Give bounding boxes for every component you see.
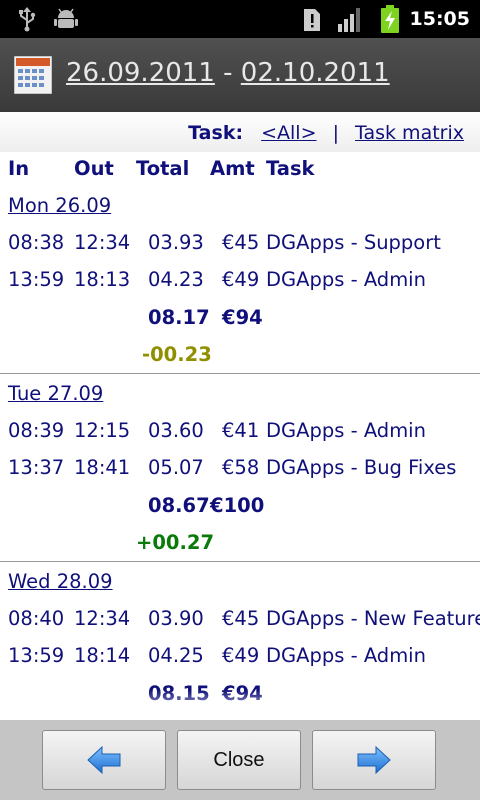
entry-out: 18:41 (74, 456, 131, 479)
battery-charging-icon (381, 5, 399, 33)
day-difference: -00.23 (142, 343, 212, 366)
day-divider (0, 561, 480, 562)
entry-in: 08:40 (8, 607, 65, 630)
task-filter-label: Task: (188, 122, 244, 144)
signal-icon (338, 8, 360, 32)
task-matrix-link[interactable]: Task matrix (355, 122, 464, 144)
entry-out: 12:15 (74, 419, 131, 442)
column-header-amt: Amt (210, 157, 255, 180)
entry-amount: €58 (222, 456, 260, 479)
next-week-button[interactable] (312, 730, 436, 790)
entry-total: 04.23 (148, 268, 204, 291)
end-date-link[interactable]: 02.10.2011 (241, 58, 390, 88)
day-sum-amount: €100 (210, 494, 265, 517)
clock: 15:05 (409, 8, 470, 30)
column-header-total: Total (136, 157, 190, 180)
entry-total: 03.90 (148, 607, 204, 630)
timesheet-list: In Out Total Amt Task Mon 26.09 08:38 12… (0, 150, 480, 720)
android-debug-icon (54, 8, 78, 28)
column-header-in: In (8, 157, 30, 180)
arrow-left-icon (87, 745, 121, 775)
usb-icon (19, 7, 36, 32)
date-range: 26.09.2011 - 02.10.2011 (66, 58, 390, 88)
entry-task: DGApps - Support (266, 231, 441, 254)
arrow-right-icon (357, 745, 391, 775)
previous-week-button[interactable] (42, 730, 166, 790)
entry-out: 12:34 (74, 231, 131, 254)
date-separator: - (214, 58, 241, 88)
bottom-toolbar: Close (0, 720, 480, 800)
task-filter: Task: <All> | Task matrix (188, 122, 464, 144)
entry-task: DGApps - Admin (266, 268, 426, 291)
entry-total: 03.60 (148, 419, 204, 442)
calendar-icon[interactable] (14, 56, 52, 94)
entry-out: 18:14 (74, 644, 131, 667)
scroll-fade (0, 690, 480, 720)
close-button-label: Close (213, 748, 265, 771)
entry-task: DGApps - New Features (266, 607, 480, 630)
entry-out: 18:13 (74, 268, 131, 291)
entry-task: DGApps - Admin (266, 419, 426, 442)
day-sum-total: 08.17 (148, 306, 210, 329)
title-bar: 26.09.2011 - 02.10.2011 (0, 38, 480, 112)
entry-in: 08:39 (8, 419, 65, 442)
entry-amount: €49 (222, 644, 260, 667)
start-date-link[interactable]: 26.09.2011 (66, 58, 215, 88)
close-button[interactable]: Close (177, 730, 301, 790)
entry-in: 08:38 (8, 231, 65, 254)
filter-divider: | (332, 122, 339, 144)
status-bar: 15:05 (0, 0, 480, 38)
sim-alert-icon (304, 9, 320, 31)
entry-total: 05.07 (148, 456, 204, 479)
entry-in: 13:37 (8, 456, 65, 479)
entry-amount: €41 (222, 419, 260, 442)
entry-amount: €45 (222, 607, 260, 630)
entry-total: 03.93 (148, 231, 204, 254)
day-sum-amount: €94 (222, 306, 263, 329)
day-header-link[interactable]: Wed 28.09 (8, 570, 113, 593)
entry-total: 04.25 (148, 644, 204, 667)
entry-amount: €49 (222, 268, 260, 291)
entry-out: 12:34 (74, 607, 131, 630)
day-header-link[interactable]: Mon 26.09 (8, 194, 111, 217)
entry-task: DGApps - Bug Fixes (266, 456, 457, 479)
all-tasks-link[interactable]: <All> (261, 122, 316, 144)
entry-task: DGApps - Admin (266, 644, 426, 667)
day-header-link[interactable]: Tue 27.09 (8, 382, 103, 405)
entry-amount: €45 (222, 231, 260, 254)
entry-in: 13:59 (8, 644, 65, 667)
day-difference: +00.27 (136, 531, 215, 554)
day-divider (0, 373, 480, 374)
day-sum-total: 08.67 (148, 494, 210, 517)
entry-in: 13:59 (8, 268, 65, 291)
column-header-out: Out (74, 157, 114, 180)
task-filter-bar: Task: <All> | Task matrix (0, 112, 480, 152)
column-header-task: Task (266, 157, 315, 180)
